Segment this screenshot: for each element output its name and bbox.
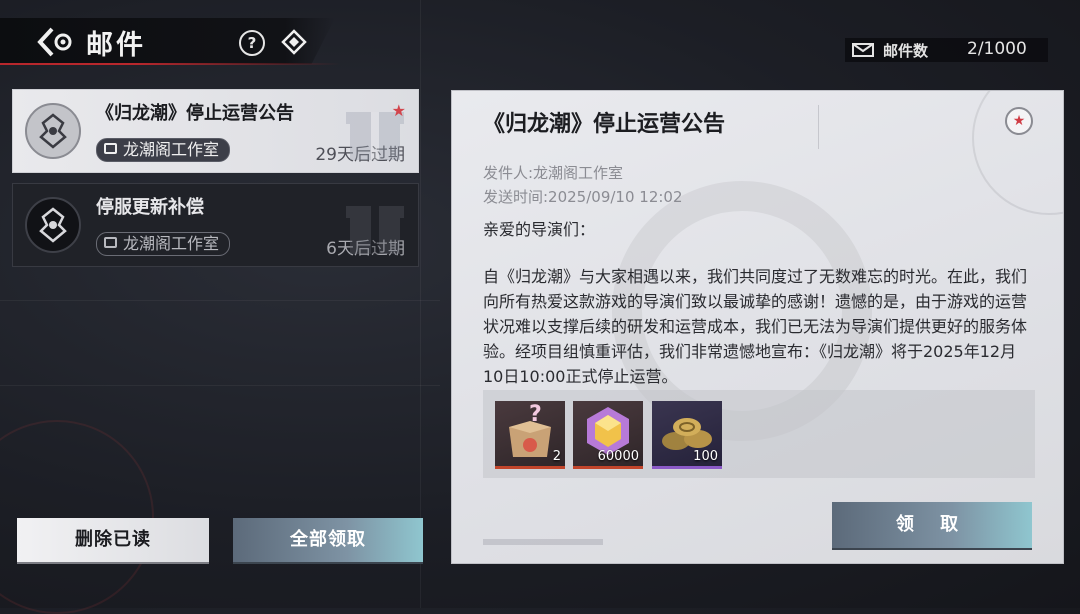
mail-title: 停服更新补偿 [96, 197, 204, 218]
detail-time: 发送时间:2025/09/10 12:02 [483, 188, 683, 206]
header-accent-line [0, 63, 340, 65]
detail-body: 自《归龙潮》与大家相遇以来，我们共同度过了无数难忘的时光。在此，我们向所有热爱这… [483, 267, 1028, 386]
mail-detail-panel: 《归龙潮》停止运营公告 ★ 发件人:龙潮阁工作室 发送时间:2025/09/10… [451, 90, 1064, 564]
sender-name: 龙潮阁工作室 [123, 140, 220, 159]
svg-text:?: ? [529, 402, 542, 427]
back-arrow-icon[interactable] [36, 26, 76, 58]
help-icon[interactable]: ? [239, 30, 265, 56]
sender-name: 龙潮阁工作室 [123, 234, 220, 253]
reward-qty: 2 [552, 449, 561, 464]
gift-icon [346, 206, 404, 254]
bg-grid-line [0, 300, 440, 301]
mail-count-value: 2/1000 [967, 39, 1027, 59]
diamond-icon[interactable] [281, 29, 307, 55]
bg-grid-line [420, 0, 421, 608]
envelope-icon [852, 43, 874, 57]
favorite-star-icon[interactable]: ★ [1005, 107, 1033, 135]
sender-avatar [25, 103, 81, 159]
bg-grid-line [0, 385, 440, 386]
panel-footnote-deco [483, 539, 603, 545]
detail-greeting: 亲爱的导演们： [483, 220, 596, 239]
sender-avatar [25, 197, 81, 253]
detail-sender: 发件人:龙潮阁工作室 [483, 164, 624, 182]
sender-tag: 龙潮阁工作室 [96, 138, 231, 162]
sender-tag: 龙潮阁工作室 [96, 232, 231, 256]
claim-button[interactable]: 领 取 [832, 502, 1032, 548]
bg-seal-watermark [0, 420, 154, 614]
mail-title: 《归龙潮》停止运营公告 [96, 103, 294, 124]
reward-qty: 100 [693, 449, 718, 464]
mail-count-label: 邮件数 [883, 42, 929, 60]
mail-list-item[interactable]: 停服更新补偿 龙潮阁工作室 6天后过期 [12, 183, 419, 267]
computer-icon [104, 237, 117, 248]
computer-icon [104, 143, 117, 154]
reward-qty: 60000 [597, 449, 639, 464]
title-divider [818, 105, 819, 149]
detail-title: 《归龙潮》停止运营公告 [483, 112, 726, 137]
reward-item[interactable]: 60000 [573, 401, 643, 469]
delete-read-button[interactable]: 删除已读 [17, 518, 209, 562]
star-icon: ★ [391, 101, 406, 120]
reward-item[interactable]: ? 2 [495, 401, 565, 469]
page-title: 邮件 [86, 30, 146, 61]
mail-list-item-selected[interactable]: 《归龙潮》停止运营公告 龙潮阁工作室 29天后过期 ★ [12, 89, 419, 173]
reward-item[interactable]: 100 [652, 401, 722, 469]
reward-strip: ? 2 60000 100 [483, 390, 1035, 478]
claim-all-button[interactable]: 全部领取 [233, 518, 423, 562]
mail-count-indicator: 邮件数 2/1000 [845, 38, 1048, 62]
